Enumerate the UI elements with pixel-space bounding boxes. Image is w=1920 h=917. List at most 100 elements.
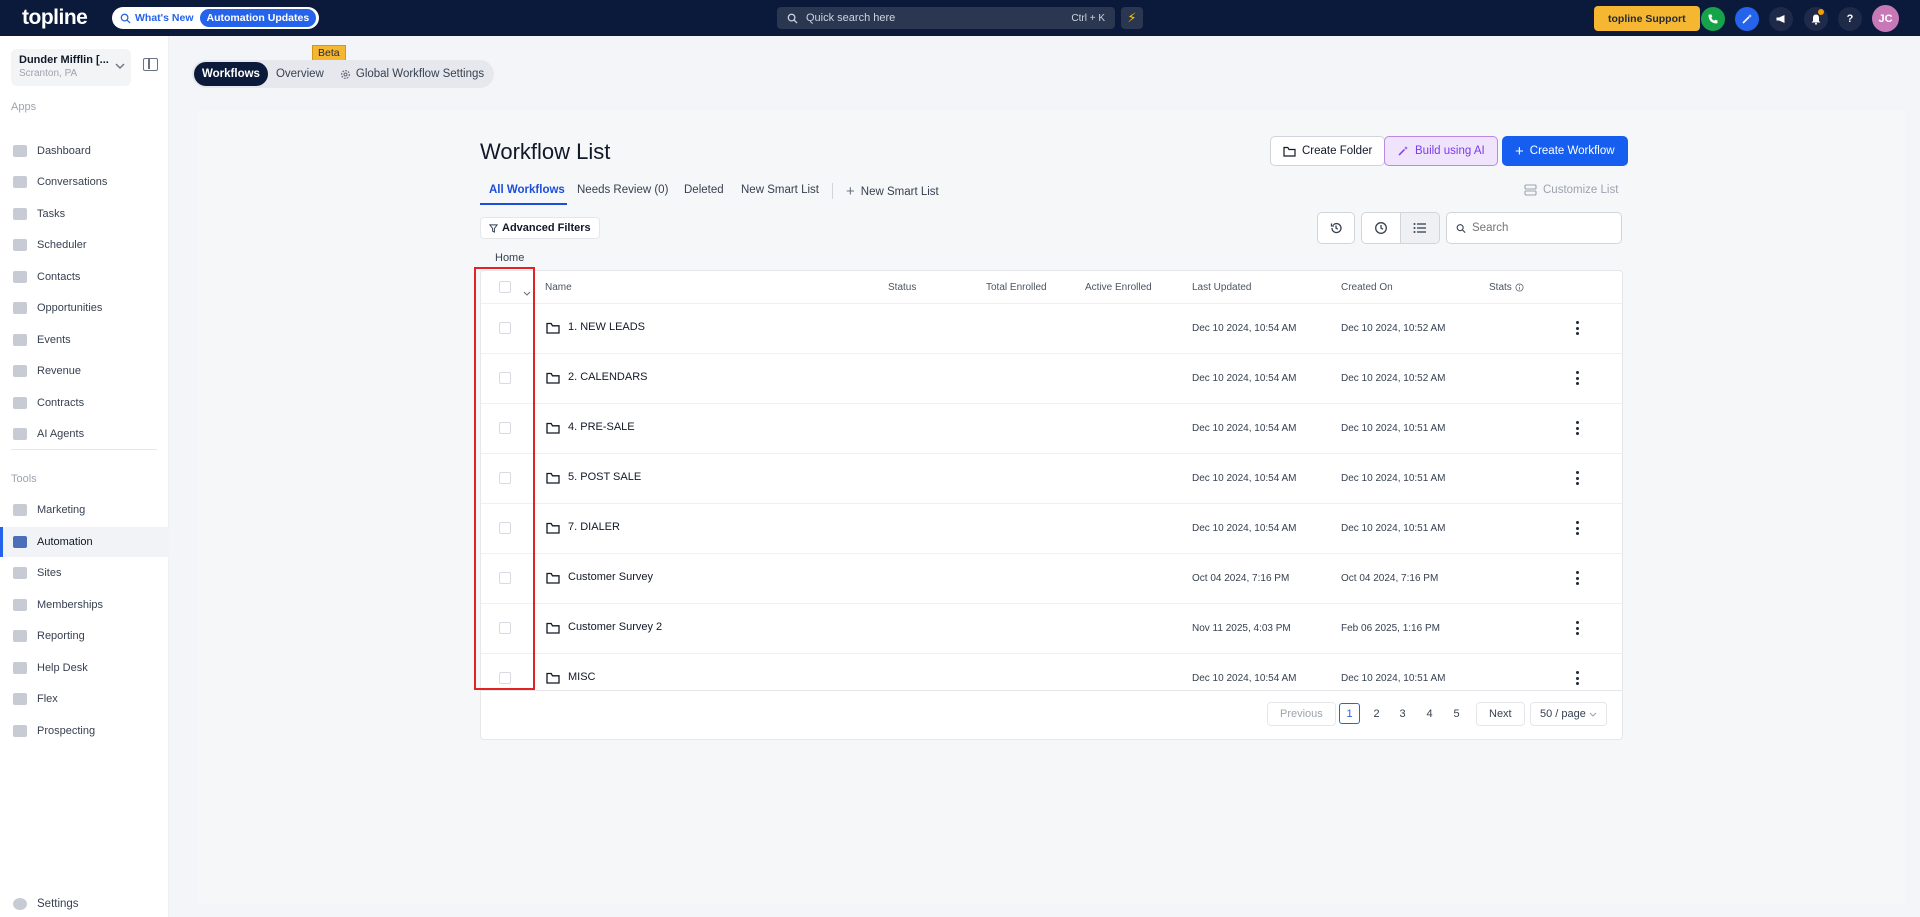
sidebar-item-sites[interactable]: Sites — [0, 558, 169, 588]
pagination-page-2[interactable]: 2 — [1366, 702, 1387, 726]
tab-workflows[interactable]: Workflows — [194, 62, 268, 86]
phone-icon[interactable] — [1701, 7, 1725, 31]
sidebar-item-revenue[interactable]: Revenue — [0, 356, 169, 386]
pagination-page-4[interactable]: 4 — [1419, 702, 1440, 726]
row-checkbox[interactable] — [499, 322, 511, 334]
automation-updates-pill[interactable]: Automation Updates — [199, 9, 317, 27]
workflow-name[interactable]: Customer Survey 2 — [568, 621, 662, 633]
workflow-name[interactable]: 4. PRE-SALE — [568, 421, 635, 433]
pagination-next-button[interactable]: Next — [1476, 702, 1525, 726]
sidebar-item-conversations[interactable]: Conversations — [0, 167, 169, 197]
sidebar-item-dashboard[interactable]: Dashboard — [0, 136, 169, 166]
whats-new-button[interactable]: What's New Automation Updates — [112, 7, 320, 29]
pagination-page-5[interactable]: 5 — [1446, 702, 1467, 726]
sidebar-item-contacts[interactable]: Contacts — [0, 262, 169, 292]
row-checkbox[interactable] — [499, 372, 511, 384]
column-header-status[interactable]: Status — [888, 282, 916, 293]
row-checkbox[interactable] — [499, 622, 511, 634]
sidebar-item-tasks[interactable]: Tasks — [0, 199, 169, 229]
search-input[interactable] — [1472, 222, 1612, 234]
table-row[interactable]: Customer Survey Oct 04 2024, 7:16 PM Oct… — [481, 553, 1622, 603]
sidebar-item-memberships[interactable]: Memberships — [0, 590, 169, 620]
row-checkbox[interactable] — [499, 672, 511, 684]
table-row[interactable]: 4. PRE-SALE Dec 10 2024, 10:54 AM Dec 10… — [481, 403, 1622, 453]
more-vertical-icon[interactable] — [1571, 318, 1583, 338]
row-checkbox[interactable] — [499, 472, 511, 484]
workflow-name[interactable]: 1. NEW LEADS — [568, 321, 645, 333]
advanced-filters-button[interactable]: Advanced Filters — [480, 217, 600, 239]
select-all-checkbox[interactable] — [499, 281, 511, 293]
tab-overview[interactable]: Overview — [268, 62, 332, 86]
sidebar-item-scheduler[interactable]: Scheduler — [0, 230, 169, 260]
table-row[interactable]: Customer Survey 2 Nov 11 2025, 4:03 PM F… — [481, 603, 1622, 653]
help-icon[interactable]: ? — [1838, 7, 1862, 31]
table-row[interactable]: 7. DIALER Dec 10 2024, 10:54 AM Dec 10 2… — [481, 503, 1622, 553]
row-checkbox[interactable] — [499, 522, 511, 534]
sidebar-item-help-desk[interactable]: Help Desk — [0, 653, 169, 683]
tab-deleted[interactable]: Deleted — [684, 184, 724, 196]
chevron-down-icon[interactable] — [523, 284, 531, 299]
create-folder-button[interactable]: Create Folder — [1270, 136, 1386, 166]
more-vertical-icon[interactable] — [1571, 418, 1583, 438]
pagination-page-1[interactable]: 1 — [1339, 703, 1360, 724]
column-header-total-enrolled[interactable]: Total Enrolled — [986, 282, 1047, 293]
magic-wand-icon[interactable] — [1735, 7, 1759, 31]
tab-global-workflow-settings[interactable]: Global Workflow Settings — [332, 62, 492, 86]
pagination-page-3[interactable]: 3 — [1392, 702, 1413, 726]
megaphone-icon[interactable] — [1769, 7, 1793, 31]
sidebar-item-flex[interactable]: Flex — [0, 684, 169, 714]
workflow-name[interactable]: MISC — [568, 671, 596, 683]
row-checkbox[interactable] — [499, 422, 511, 434]
table-row[interactable]: 5. POST SALE Dec 10 2024, 10:54 AM Dec 1… — [481, 453, 1622, 503]
customize-list-button[interactable]: Customize List — [1524, 184, 1618, 196]
more-vertical-icon[interactable] — [1571, 668, 1583, 688]
bell-icon[interactable] — [1804, 7, 1828, 31]
column-header-last-updated[interactable]: Last Updated — [1192, 282, 1252, 293]
app-logo[interactable]: topline — [22, 6, 88, 30]
tab-needs-review[interactable]: Needs Review (0) — [577, 184, 668, 196]
list-view-button[interactable] — [1400, 212, 1440, 244]
column-header-name[interactable]: Name — [545, 282, 572, 293]
sidebar-item-settings[interactable]: Settings — [0, 889, 169, 917]
workflow-search[interactable] — [1446, 212, 1622, 244]
table-row[interactable]: MISC Dec 10 2024, 10:54 AM Dec 10 2024, … — [481, 653, 1622, 691]
sidebar-item-opportunities[interactable]: Opportunities — [0, 293, 169, 323]
recent-view-button[interactable] — [1361, 212, 1401, 244]
workflow-name[interactable]: Customer Survey — [568, 571, 653, 583]
sidebar-item-reporting[interactable]: Reporting — [0, 621, 169, 651]
more-vertical-icon[interactable] — [1571, 568, 1583, 588]
sidebar-item-ai-agents[interactable]: AI Agents — [0, 419, 169, 449]
column-header-stats[interactable]: Stats — [1489, 282, 1524, 293]
row-checkbox[interactable] — [499, 572, 511, 584]
sidebar-item-contracts[interactable]: Contracts — [0, 388, 169, 418]
bolt-icon[interactable]: ⚡ — [1121, 7, 1143, 29]
workflow-name[interactable]: 5. POST SALE — [568, 471, 641, 483]
sidebar-item-events[interactable]: Events — [0, 325, 169, 355]
user-avatar[interactable]: JC — [1872, 5, 1899, 32]
build-using-ai-button[interactable]: Build using AI — [1384, 136, 1498, 166]
pagination-previous-button[interactable]: Previous — [1267, 702, 1336, 726]
column-header-created-on[interactable]: Created On — [1341, 282, 1393, 293]
more-vertical-icon[interactable] — [1571, 368, 1583, 388]
add-smart-list-button[interactable]: + New Smart List — [846, 184, 939, 199]
sidebar-item-automation[interactable]: Automation — [0, 527, 169, 557]
more-vertical-icon[interactable] — [1571, 618, 1583, 638]
more-vertical-icon[interactable] — [1571, 518, 1583, 538]
tab-all-workflows[interactable]: All Workflows — [489, 184, 565, 196]
create-workflow-button[interactable]: + Create Workflow — [1502, 136, 1628, 166]
sidebar-item-marketing[interactable]: Marketing — [0, 495, 169, 525]
column-header-active-enrolled[interactable]: Active Enrolled — [1085, 282, 1152, 293]
tab-new-smart-list[interactable]: New Smart List — [741, 184, 819, 196]
workflow-name[interactable]: 7. DIALER — [568, 521, 620, 533]
sidebar-item-prospecting[interactable]: Prospecting — [0, 716, 169, 746]
workflow-name[interactable]: 2. CALENDARS — [568, 371, 647, 383]
location-switcher[interactable]: Dunder Mifflin [... Scranton, PA — [11, 49, 131, 86]
history-toggle-button[interactable] — [1317, 212, 1355, 244]
support-button[interactable]: topline Support — [1594, 6, 1700, 31]
more-vertical-icon[interactable] — [1571, 468, 1583, 488]
sidebar-collapse-icon[interactable] — [143, 58, 158, 71]
table-row[interactable]: 1. NEW LEADS Dec 10 2024, 10:54 AM Dec 1… — [481, 303, 1622, 353]
table-row[interactable]: 2. CALENDARS Dec 10 2024, 10:54 AM Dec 1… — [481, 353, 1622, 403]
quick-search[interactable]: Quick search here Ctrl + K — [777, 7, 1115, 29]
page-size-select[interactable]: 50 / page — [1530, 702, 1607, 726]
